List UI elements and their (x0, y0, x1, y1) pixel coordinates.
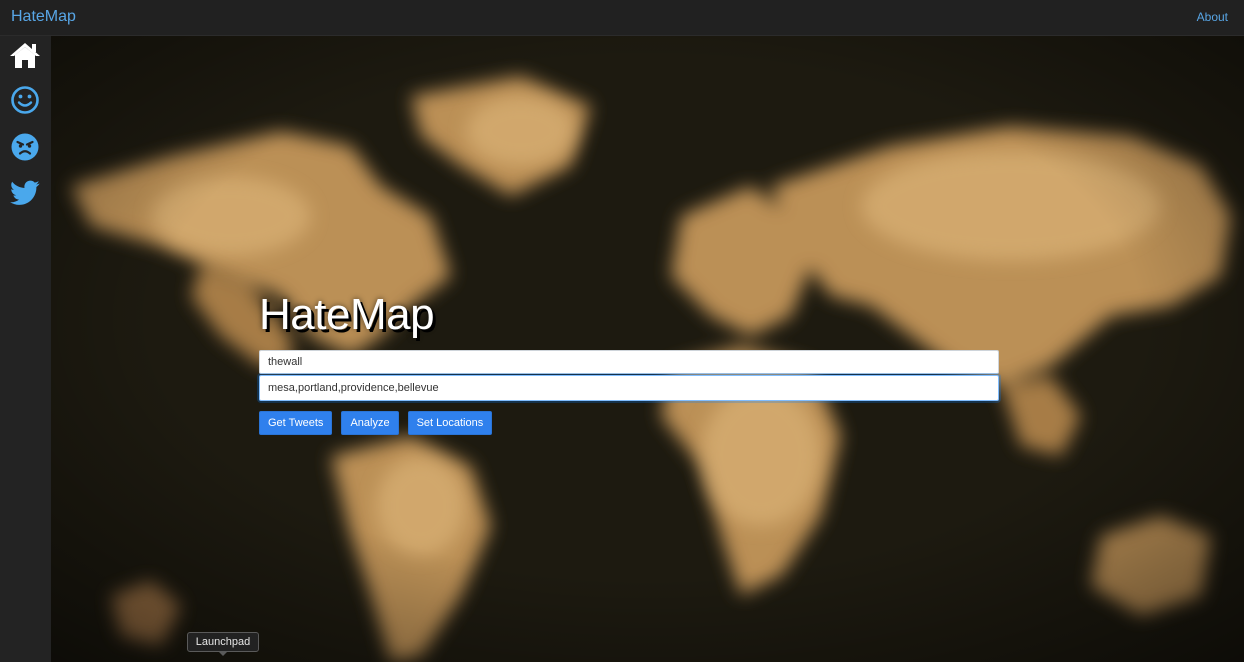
page-title: HateMap (259, 290, 435, 339)
sidebar-item-negative[interactable] (8, 130, 42, 164)
action-buttons: Get Tweets Analyze Set Locations (259, 411, 493, 435)
home-icon (10, 43, 40, 68)
launchpad-tooltip: Launchpad (187, 632, 259, 656)
analyze-button[interactable]: Analyze (341, 411, 399, 435)
search-term-input[interactable] (259, 350, 999, 374)
top-navbar: HateMap About (0, 0, 1244, 36)
hero-section (51, 36, 1244, 662)
twitter-icon (10, 180, 40, 205)
sidebar-item-home[interactable] (8, 38, 42, 72)
smile-icon (11, 86, 39, 114)
about-link[interactable]: About (1197, 10, 1228, 24)
sidebar-item-positive[interactable] (8, 83, 42, 117)
set-locations-button[interactable]: Set Locations (407, 411, 493, 435)
sidebar-item-twitter[interactable] (8, 176, 42, 210)
brand-link[interactable]: HateMap (11, 8, 76, 26)
sidebar (0, 36, 51, 662)
get-tweets-button[interactable]: Get Tweets (259, 411, 333, 435)
locations-input[interactable] (259, 375, 999, 401)
hero-content: HateMap Get Tweets Analyze Set Locations (259, 290, 999, 435)
angry-face-icon (11, 133, 39, 161)
world-map-background (51, 36, 1244, 662)
